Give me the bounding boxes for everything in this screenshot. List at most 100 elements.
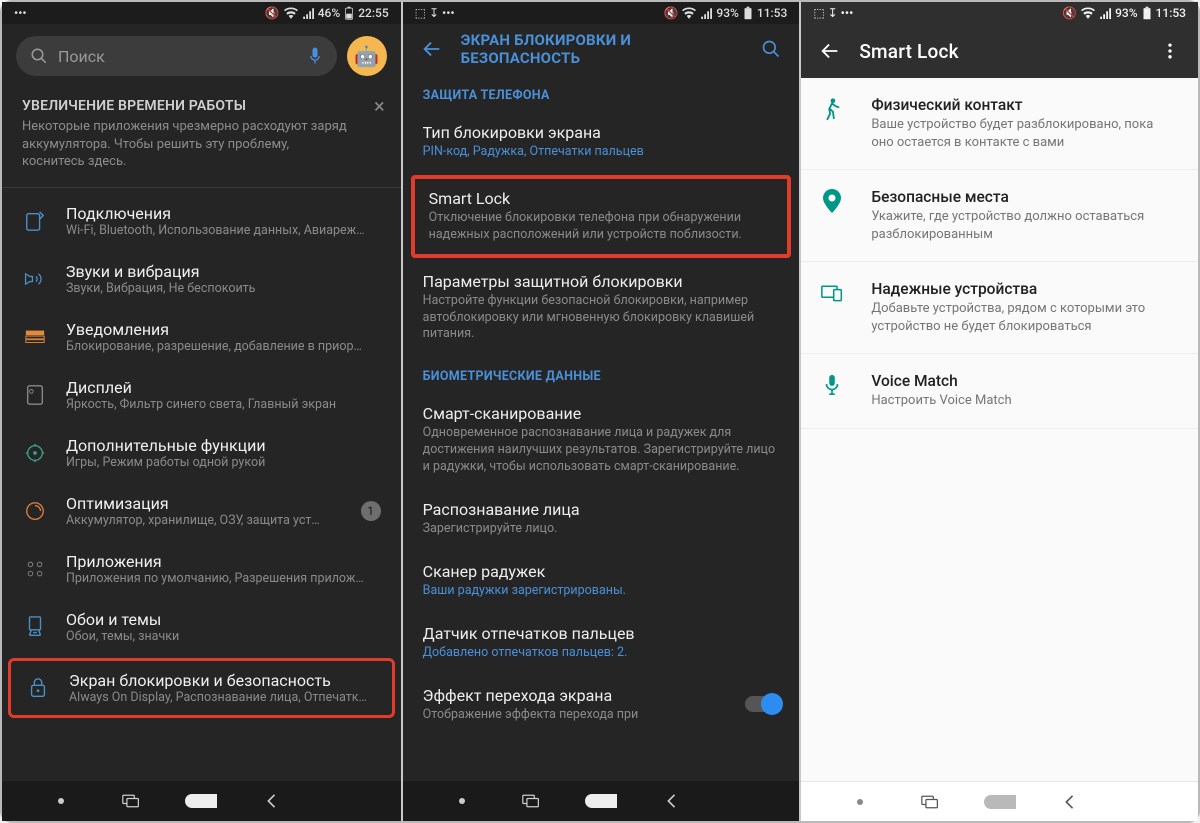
clock-text: 11:53 <box>757 6 787 20</box>
nav-back[interactable] <box>255 785 287 817</box>
phone-settings-main: ••• 🔇 46% 22:55 Поиск 🤖 × УВЕЛИЧЕНИЕ ВРЕ… <box>2 2 401 821</box>
wifi-icon <box>1081 7 1095 19</box>
item-subtitle: Отключение блокировки телефона при обнар… <box>429 210 774 244</box>
wifi-icon <box>682 7 696 19</box>
item-title: Безопасные места <box>871 188 1178 206</box>
search-input[interactable]: Поиск <box>16 36 337 76</box>
search-icon[interactable] <box>761 39 781 59</box>
setting-item[interactable]: Оптимизация Аккумулятор, хранилище, ОЗУ,… <box>2 482 401 540</box>
nav-dot <box>844 786 876 818</box>
close-icon[interactable]: × <box>374 94 385 118</box>
battery-text: 46% <box>318 6 340 20</box>
nav-recents[interactable] <box>914 786 946 818</box>
setting-subtitle: Обои, темы, значки <box>66 629 381 644</box>
item-subtitle: Укажите, где устройство должно оставатьс… <box>871 208 1178 243</box>
smart-lock-item[interactable]: Надежные устройства Добавьте устройства,… <box>801 262 1198 354</box>
security-item[interactable]: Тип блокировки экрана PIN-код, Радужка, … <box>403 111 800 173</box>
overflow-icon[interactable] <box>1160 41 1180 61</box>
item-subtitle: Ваши радужки зарегистрированы. <box>423 583 780 600</box>
nav-recents[interactable] <box>115 785 147 817</box>
nav-spacer <box>1123 786 1155 818</box>
toggle-switch[interactable] <box>745 696 779 712</box>
nav-back[interactable] <box>655 785 687 817</box>
item-title: Эффект перехода экрана <box>423 686 746 705</box>
setting-icon <box>22 208 48 234</box>
setting-icon <box>22 382 48 408</box>
item-title: Распознавание лица <box>423 500 780 519</box>
setting-item[interactable]: Уведомления Блокирование, разрешение, до… <box>2 308 401 366</box>
nav-dot <box>45 785 77 817</box>
item-subtitle: PIN-код, Радужка, Отпечатки пальцев <box>423 144 780 161</box>
clock-text: 22:55 <box>358 6 388 20</box>
item-title: Надежные устройства <box>871 280 1178 298</box>
smart-lock-list: Физический контакт Ваше устройство будет… <box>801 78 1198 781</box>
item-subtitle: Добавлено отпечатков пальцев: 2. <box>423 645 780 662</box>
smart-lock-item[interactable]: Voice Match Настроить Voice Match <box>801 354 1198 429</box>
nav-home[interactable] <box>984 786 1016 818</box>
tip-text: Некоторые приложения чрезмерно расходуют… <box>22 118 381 171</box>
battery-text: 93% <box>1115 6 1137 20</box>
setting-item[interactable]: Дополнительные функции Игры, Режим работ… <box>2 424 401 482</box>
item-subtitle: Одновременное распознавание лица и радуж… <box>423 425 780 476</box>
smart-lock-item[interactable]: Безопасные места Укажите, где устройство… <box>801 170 1198 262</box>
security-item[interactable]: Смарт-сканирование Одновременное распозн… <box>403 392 800 488</box>
mute-icon: 🔇 <box>1062 6 1077 20</box>
nav-spacer <box>724 785 756 817</box>
nav-home[interactable] <box>585 785 617 817</box>
setting-item[interactable]: Приложения Приложения по умолчанию, Разр… <box>2 540 401 598</box>
avatar[interactable]: 🤖 <box>347 36 387 76</box>
security-item[interactable]: Сканер радужек Ваши радужки зарегистриро… <box>403 550 800 612</box>
setting-title: Уведомления <box>66 320 381 339</box>
nav-back[interactable] <box>1053 786 1085 818</box>
back-arrow-icon[interactable] <box>421 38 443 60</box>
nav-recents[interactable] <box>515 785 547 817</box>
setting-item[interactable]: Экран блокировки и безопасность Always O… <box>8 658 395 718</box>
appbar-title: ЭКРАН БЛОКИРОВКИ И БЕЗОПАСНОСТЬ <box>461 31 744 67</box>
nav-spacer <box>326 785 358 817</box>
signal-icon <box>302 7 314 19</box>
search-placeholder: Поиск <box>58 47 105 66</box>
security-item[interactable]: Эффект перехода экрана Отображение эффек… <box>403 674 800 736</box>
setting-icon <box>22 440 48 466</box>
security-item[interactable]: Датчик отпечатков пальцев Добавлено отпе… <box>403 612 800 674</box>
nav-bar <box>2 781 401 821</box>
setting-icon <box>22 498 48 524</box>
phone-smart-lock: ⬚ ↧ ••• 🔇 93% 11:53 Smart Lock Физически… <box>799 2 1198 821</box>
mic-icon <box>821 374 843 396</box>
setting-subtitle: Звуки, Вибрация, Не беспокоить <box>66 281 381 296</box>
setting-item[interactable]: Обои и темы Обои, темы, значки <box>2 598 401 656</box>
setting-title: Звуки и вибрация <box>66 262 381 281</box>
setting-item[interactable]: Звуки и вибрация Звуки, Вибрация, Не бес… <box>2 250 401 308</box>
section-header: БИОМЕТРИЧЕСКИЕ ДАННЫЕ <box>403 355 800 392</box>
app-bar: ЭКРАН БЛОКИРОВКИ И БЕЗОПАСНОСТЬ <box>403 24 800 74</box>
status-bar: ••• 🔇 46% 22:55 <box>2 2 401 24</box>
smart-lock-item[interactable]: Физический контакт Ваше устройство будет… <box>801 78 1198 170</box>
security-item[interactable]: Smart Lock Отключение блокировки телефон… <box>411 175 792 258</box>
item-title: Датчик отпечатков пальцев <box>423 624 780 643</box>
battery-text: 93% <box>716 6 738 20</box>
battery-icon <box>1142 6 1152 20</box>
security-item[interactable]: Распознавание лица Зарегистрируйте лицо. <box>403 488 800 550</box>
mute-icon: 🔇 <box>265 6 280 20</box>
setting-item[interactable]: Дисплей Яркость, Фильтр синего света, Гл… <box>2 366 401 424</box>
setting-item[interactable]: Подключения Wi-Fi, Bluetooth, Использова… <box>2 192 401 250</box>
setting-icon <box>25 675 51 701</box>
mic-icon[interactable] <box>307 46 323 66</box>
setting-subtitle: Блокирование, разрешение, добавление в п… <box>66 339 381 354</box>
item-subtitle: Настройте функции безопасной блокировки,… <box>423 293 780 344</box>
battery-tip-card[interactable]: × УВЕЛИЧЕНИЕ ВРЕМЕНИ РАБОТЫ Некоторые пр… <box>2 88 401 188</box>
setting-icon <box>22 556 48 582</box>
status-bar: ⬚ ↧ ••• 🔇 93% 11:53 <box>801 2 1198 24</box>
security-item[interactable]: Параметры защитной блокировки Настройте … <box>403 260 800 356</box>
setting-subtitle: Wi-Fi, Bluetooth, Использование данных, … <box>66 223 381 238</box>
nav-home[interactable] <box>185 785 217 817</box>
back-arrow-icon[interactable] <box>819 40 841 62</box>
item-subtitle: Зарегистрируйте лицо. <box>423 521 780 538</box>
place-icon <box>821 190 843 212</box>
setting-title: Дисплей <box>66 378 381 397</box>
item-subtitle: Добавьте устройства, рядом с которыми эт… <box>871 300 1178 335</box>
setting-subtitle: Яркость, Фильтр синего света, Главный эк… <box>66 397 381 412</box>
setting-subtitle: Приложения по умолчанию, Разрешения прил… <box>66 571 381 586</box>
setting-icon <box>22 266 48 292</box>
badge: 1 <box>361 501 381 521</box>
